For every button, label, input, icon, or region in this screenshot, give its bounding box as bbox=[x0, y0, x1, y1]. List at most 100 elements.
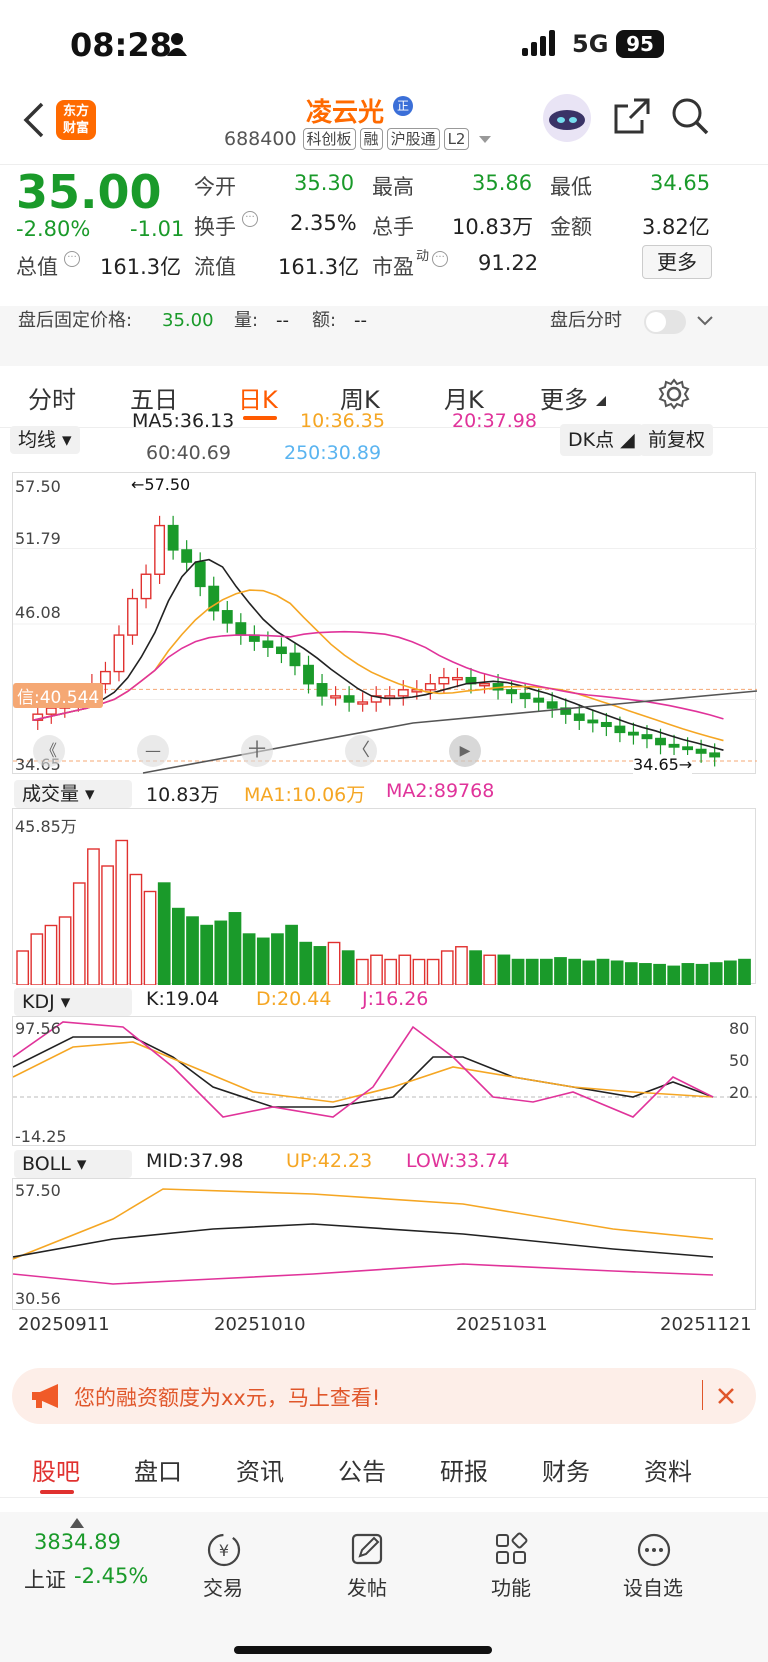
volume-bar bbox=[87, 848, 100, 986]
volume-panel: 45.85万 bbox=[12, 808, 756, 986]
stock-header: 东方 财富 凌云光 正 688400 科创板 融 沪股通 L2 bbox=[0, 92, 768, 164]
post-icon[interactable] bbox=[350, 1532, 384, 1566]
ma-selector[interactable]: 均线 ▾ bbox=[10, 426, 80, 454]
volume-selector[interactable]: 成交量 ▾ bbox=[14, 780, 132, 808]
post-button[interactable]: 发帖 bbox=[322, 1572, 412, 1601]
candle-body bbox=[451, 676, 463, 681]
tag-star-market: 科创板 bbox=[302, 128, 356, 150]
candle-body bbox=[289, 652, 301, 667]
person-icon bbox=[167, 33, 187, 56]
step-left-button[interactable]: 〈 bbox=[345, 735, 377, 767]
candle-body bbox=[506, 689, 518, 695]
after-hours-amt-label: 额: bbox=[312, 310, 337, 331]
zoom-out-button[interactable]: — bbox=[137, 735, 169, 767]
candle-body bbox=[533, 697, 545, 703]
promo-text: 您的融资额度为xx元，马上查看! bbox=[74, 1386, 381, 1410]
functions-button[interactable]: 功能 bbox=[466, 1572, 556, 1601]
candle-body bbox=[275, 646, 287, 655]
volume-bar bbox=[44, 924, 58, 986]
volume-bar bbox=[355, 958, 369, 986]
volume-ma2: MA2:89768 bbox=[386, 780, 495, 802]
volume-bar bbox=[143, 890, 157, 986]
info-icon[interactable]: ··· bbox=[432, 251, 448, 267]
last-price: 35.00 bbox=[16, 165, 162, 219]
volume-bar bbox=[228, 912, 242, 986]
index-value[interactable]: 3834.89 bbox=[34, 1530, 121, 1554]
volume-ma1: MA1:10.06万 bbox=[244, 784, 366, 806]
play-button[interactable]: ▶ bbox=[449, 735, 481, 767]
volume-bar bbox=[511, 958, 525, 986]
tab-intraday[interactable]: 分时 bbox=[28, 380, 76, 415]
chevron-down-icon[interactable] bbox=[696, 314, 714, 328]
info-icon[interactable]: ··· bbox=[242, 211, 258, 227]
candle-body bbox=[668, 743, 680, 748]
gear-icon[interactable] bbox=[658, 378, 690, 410]
after-hours-label: 盘后固定价格: bbox=[18, 310, 133, 331]
boll-bottom-label: 30.56 bbox=[15, 1289, 61, 1308]
kline-chart bbox=[13, 515, 758, 774]
more-button[interactable]: 更多 bbox=[642, 245, 712, 279]
volume-bar bbox=[568, 958, 582, 986]
info-icon[interactable]: ··· bbox=[64, 251, 80, 267]
promo-banner[interactable]: 您的融资额度为xx元，马上查看! bbox=[12, 1368, 756, 1424]
volume-bar bbox=[440, 950, 454, 986]
back-arrow-icon[interactable] bbox=[20, 100, 46, 140]
candle-body bbox=[316, 683, 328, 697]
volume-bar bbox=[58, 916, 72, 986]
volume-bar bbox=[101, 865, 114, 986]
volume-bar bbox=[171, 907, 185, 986]
tab-research[interactable]: 研报 bbox=[440, 1452, 488, 1487]
zoom-in-button[interactable]: 十 bbox=[241, 735, 273, 767]
boll-chart bbox=[12, 1188, 714, 1285]
kline-panel[interactable]: 57.50 51.79 46.08 34.65 ←57.50 34.65→ 信:… bbox=[12, 472, 758, 774]
trade-icon[interactable]: ¥ bbox=[206, 1532, 242, 1568]
float-label: 流值 bbox=[194, 255, 236, 279]
content-tabs: 股吧 盘口 资讯 公告 研报 财务 资料 bbox=[0, 1436, 768, 1498]
volume-bar bbox=[398, 954, 412, 986]
after-hours-toggle[interactable] bbox=[644, 310, 686, 334]
boll-panel: 57.50 30.56 bbox=[12, 1178, 756, 1310]
tab-profile[interactable]: 资料 bbox=[644, 1452, 692, 1487]
status-bar: 08:28 5G 95 bbox=[0, 0, 768, 92]
candle-body bbox=[235, 622, 247, 636]
scroll-left-button[interactable]: 《 bbox=[33, 735, 65, 767]
boll-selector[interactable]: BOLL ▾ bbox=[14, 1150, 132, 1178]
kdj-selector[interactable]: KDJ ▾ bbox=[14, 988, 132, 1016]
after-hours-price: 35.00 bbox=[162, 310, 214, 331]
functions-icon[interactable] bbox=[494, 1532, 528, 1566]
tab-daily-k[interactable]: 日K bbox=[238, 380, 278, 415]
tab-news[interactable]: 资讯 bbox=[236, 1452, 284, 1487]
credit-label: 信:40.544 bbox=[13, 683, 104, 708]
volume-bar bbox=[539, 958, 553, 986]
index-name[interactable]: 上证 bbox=[24, 1564, 66, 1594]
watchlist-icon[interactable] bbox=[636, 1532, 672, 1568]
tab-forum[interactable]: 股吧 bbox=[32, 1452, 80, 1487]
candle-body bbox=[600, 721, 612, 728]
volume-bar bbox=[271, 933, 284, 986]
candle-body bbox=[573, 713, 585, 721]
dropdown-icon bbox=[596, 396, 606, 406]
share-icon[interactable] bbox=[612, 96, 652, 136]
boll-low: LOW:33.74 bbox=[406, 1150, 510, 1172]
close-icon[interactable] bbox=[716, 1386, 736, 1406]
kline-low-marker: 34.65→ bbox=[633, 755, 693, 774]
add-watchlist-button[interactable]: 设自选 bbox=[608, 1572, 698, 1601]
dk-point-button[interactable]: DK点 ◢ bbox=[560, 424, 643, 456]
robot-avatar-icon[interactable] bbox=[540, 92, 594, 144]
candle-body bbox=[167, 524, 179, 551]
tab-financials[interactable]: 财务 bbox=[542, 1452, 590, 1487]
ma20-value: 20:37.98 bbox=[452, 410, 537, 432]
tab-announcements[interactable]: 公告 bbox=[338, 1452, 386, 1487]
tag-level2: L2 bbox=[443, 128, 470, 150]
volume-bar bbox=[738, 958, 751, 986]
adjust-button[interactable]: 前复权 bbox=[640, 424, 714, 456]
search-icon[interactable] bbox=[670, 96, 710, 136]
home-indicator bbox=[234, 1646, 492, 1654]
tab-orderbook[interactable]: 盘口 bbox=[134, 1452, 182, 1487]
high-value: 35.86 bbox=[472, 171, 533, 195]
trade-button[interactable]: 交易 bbox=[178, 1572, 268, 1601]
volume-bar bbox=[16, 950, 30, 986]
index-percent[interactable]: -2.45% bbox=[74, 1564, 148, 1588]
volume-bar bbox=[455, 946, 468, 986]
tab-more[interactable]: 更多 bbox=[540, 380, 588, 415]
